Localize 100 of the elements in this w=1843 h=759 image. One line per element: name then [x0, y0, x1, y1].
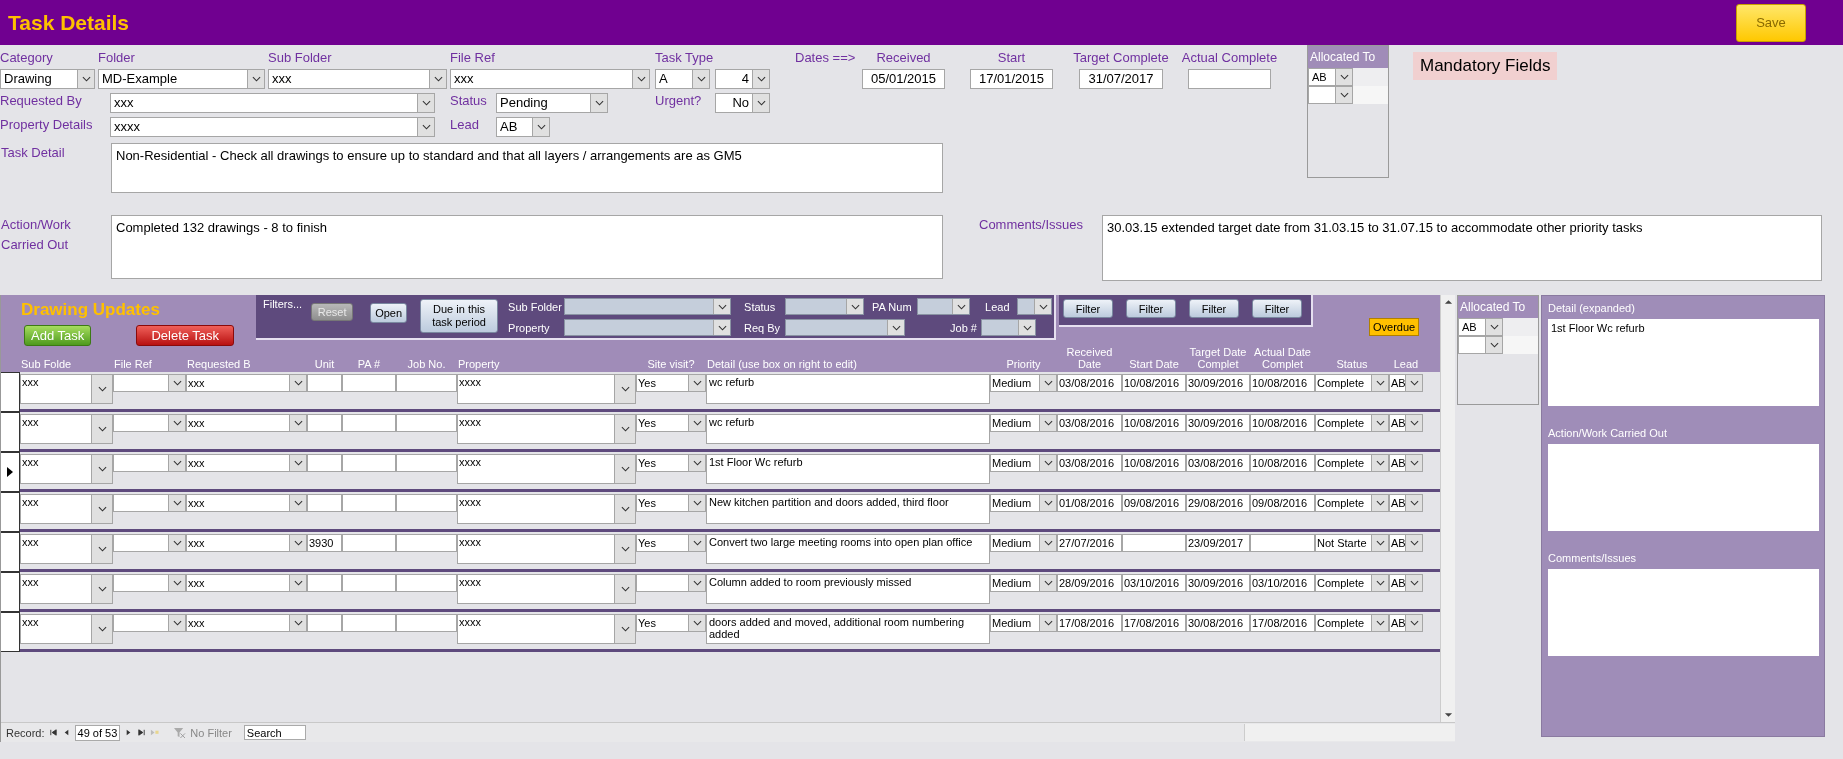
status-dropdown[interactable]: Complete	[1315, 494, 1389, 512]
dropdown-button[interactable]	[168, 455, 185, 471]
status-dropdown[interactable]: Complete	[1315, 454, 1389, 472]
dropdown-button[interactable]	[1039, 615, 1056, 631]
task-detail-field[interactable]: Non-Residential - Check all drawings to ensure up to standard and that all layers / arrangements are as GM5	[111, 143, 943, 193]
actual-date-field[interactable]: 10/08/2016	[1250, 454, 1315, 472]
lead-dropdown[interactable]: AB	[1389, 574, 1423, 592]
site-visit-dropdown[interactable]: Yes	[636, 414, 706, 432]
job-number-field[interactable]	[396, 494, 457, 512]
dropdown-button[interactable]	[168, 615, 185, 631]
sub-folder-dropdown[interactable]: xxx	[20, 374, 113, 404]
search-field[interactable]: Search	[243, 725, 306, 740]
lead-dropdown[interactable]: AB	[1389, 534, 1423, 552]
dropdown-button[interactable]	[417, 94, 434, 112]
task-type-dropdown[interactable]: A	[655, 69, 710, 89]
dropdown-button[interactable]	[289, 455, 306, 471]
record-position-field[interactable]: 49 of 53	[74, 724, 121, 741]
dropdown-button[interactable]	[1405, 415, 1422, 431]
unit-field[interactable]	[307, 454, 342, 472]
priority-dropdown[interactable]: Medium	[990, 614, 1057, 632]
requested-by-dropdown[interactable]: xxx	[186, 494, 307, 512]
target-date-field[interactable]: 03/08/2016	[1186, 454, 1250, 472]
delete-task-button[interactable]: Delete Task	[136, 325, 235, 346]
received-date-field[interactable]: 27/07/2016	[1057, 534, 1122, 552]
sub-folder-dropdown[interactable]: xxx	[20, 574, 113, 604]
property-dropdown[interactable]: xxxx	[457, 494, 636, 524]
record-selector[interactable]	[1, 452, 20, 492]
dropdown-button[interactable]	[688, 535, 705, 551]
job-number-field[interactable]	[396, 454, 457, 472]
actual-date-field[interactable]: 09/08/2016	[1250, 494, 1315, 512]
dropdown-button[interactable]	[1039, 375, 1056, 391]
detail-field[interactable]: wc refurb	[706, 414, 990, 444]
dropdown-button[interactable]	[752, 94, 769, 112]
target-date-field[interactable]: 30/09/2016	[1186, 574, 1250, 592]
dropdown-button[interactable]	[1371, 375, 1388, 391]
dropdown-button[interactable]	[91, 495, 112, 523]
actual-date-field[interactable]: 10/08/2016	[1250, 414, 1315, 432]
dropdown-button[interactable]	[168, 575, 185, 591]
pa-number-field[interactable]	[342, 494, 396, 512]
comments-field[interactable]: 30.03.15 extended target date from 31.03.15 to 31.07.15 to accommodate other priority tasks	[1102, 215, 1822, 281]
dropdown-button[interactable]	[1371, 495, 1388, 511]
category-dropdown[interactable]: Drawing	[0, 69, 95, 89]
dropdown-button[interactable]	[1485, 319, 1502, 335]
sub-folder-dropdown[interactable]: xxx	[20, 454, 113, 484]
actual-date-field[interactable]	[1250, 534, 1315, 552]
status-dropdown[interactable]: Complete	[1315, 614, 1389, 632]
dropdown-button[interactable]	[632, 70, 649, 88]
record-selector[interactable]	[1, 372, 20, 412]
dropdown-button[interactable]	[1039, 415, 1056, 431]
dropdown-button[interactable]	[532, 118, 549, 136]
open-button[interactable]: Open	[370, 303, 408, 323]
requested-by-dropdown[interactable]: xxx	[186, 454, 307, 472]
received-date-field[interactable]: 01/08/2016	[1057, 494, 1122, 512]
lead-dropdown[interactable]: AB	[1389, 414, 1423, 432]
filter-button[interactable]: Filter	[1126, 299, 1176, 318]
start-date-field[interactable]: 17/01/2015	[970, 69, 1053, 89]
dropdown-button[interactable]	[1335, 87, 1352, 103]
lead-dropdown[interactable]: AB	[1389, 614, 1423, 632]
received-date-field[interactable]: 28/09/2016	[1057, 574, 1122, 592]
priority-dropdown[interactable]: Medium	[990, 414, 1057, 432]
requested-by-dropdown[interactable]: xxx	[186, 574, 307, 592]
received-date-field[interactable]: 17/08/2016	[1057, 614, 1122, 632]
actual-date-field[interactable]: 10/08/2016	[1250, 374, 1315, 392]
action-work-field[interactable]: Completed 132 drawings - 8 to finish	[111, 215, 943, 279]
dropdown-button[interactable]	[1039, 535, 1056, 551]
filter-button[interactable]: Filter	[1252, 299, 1302, 318]
lead-dropdown[interactable]: AB	[1389, 454, 1423, 472]
record-selector[interactable]	[1, 412, 20, 452]
actual-date-field[interactable]: 03/10/2016	[1250, 574, 1315, 592]
dropdown-button[interactable]	[713, 320, 731, 335]
dropdown-button[interactable]	[289, 415, 306, 431]
sub-folder-dropdown[interactable]: xxx	[20, 614, 113, 644]
lead-dropdown[interactable]: AB	[1389, 494, 1423, 512]
requested-by-dropdown[interactable]: xxx	[186, 414, 307, 432]
first-record-icon[interactable]	[48, 728, 58, 737]
dropdown-button[interactable]	[429, 70, 446, 88]
dropdown-button[interactable]	[752, 70, 769, 88]
dropdown-button[interactable]	[952, 299, 970, 314]
start-date-field[interactable]: 09/08/2016	[1122, 494, 1186, 512]
dropdown-button[interactable]	[688, 575, 705, 591]
start-date-field[interactable]: 10/08/2016	[1122, 414, 1186, 432]
dropdown-button[interactable]	[1039, 575, 1056, 591]
received-date-field[interactable]: 03/08/2016	[1057, 414, 1122, 432]
dropdown-button[interactable]	[417, 118, 434, 136]
job-number-filter[interactable]	[981, 319, 1037, 336]
dropdown-button[interactable]	[1039, 495, 1056, 511]
priority-dropdown[interactable]: Medium	[990, 374, 1057, 392]
detail-expanded-field[interactable]: 1st Floor Wc refurb	[1548, 319, 1819, 406]
dropdown-button[interactable]	[688, 415, 705, 431]
lead-filter[interactable]	[1017, 298, 1053, 315]
last-record-icon[interactable]	[137, 728, 147, 737]
filter-button[interactable]: Filter	[1189, 299, 1239, 318]
dropdown-button[interactable]	[77, 70, 94, 88]
pa-number-filter[interactable]	[917, 298, 971, 315]
status-dropdown[interactable]: Not Starte	[1315, 534, 1389, 552]
priority-dropdown[interactable]: Medium	[990, 454, 1057, 472]
requested-by-dropdown[interactable]: xxx	[110, 93, 435, 113]
dropdown-button[interactable]	[846, 299, 864, 314]
pa-number-field[interactable]	[342, 374, 396, 392]
requested-by-dropdown[interactable]: xxx	[186, 614, 307, 632]
